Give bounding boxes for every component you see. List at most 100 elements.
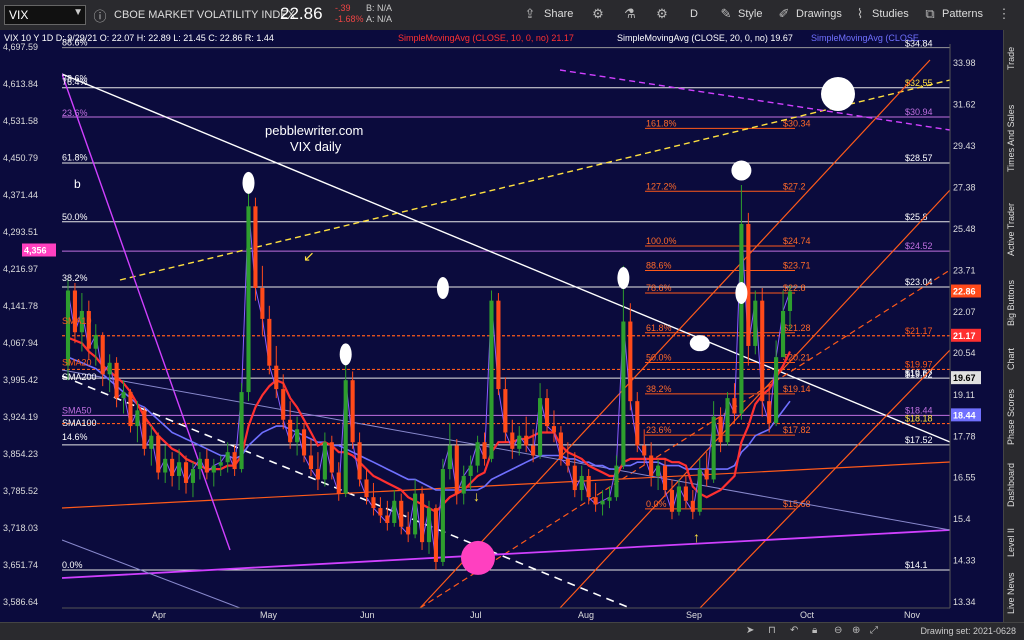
right-axis-tick: 25.48 xyxy=(953,224,976,234)
x-axis-tick: Aug xyxy=(578,610,594,620)
candle-body xyxy=(593,497,598,505)
tab-chart[interactable]: Chart xyxy=(1006,342,1022,376)
swing-marker xyxy=(731,160,752,181)
candle-body xyxy=(496,300,501,390)
fib-value-label: $24.74 xyxy=(783,236,811,246)
settings-icon[interactable]: ⚙ xyxy=(590,6,606,22)
candle-body xyxy=(489,300,494,459)
tab-phase-scores[interactable]: Phase Scores xyxy=(1006,382,1022,452)
candle-body xyxy=(114,362,119,399)
period-button[interactable]: D xyxy=(690,8,698,20)
fib-pct-label: 100.0% xyxy=(646,236,677,246)
info-icon[interactable]: ⓘ xyxy=(92,6,108,24)
candle-body xyxy=(406,526,411,535)
undo-icon[interactable]: ↶ xyxy=(790,625,798,636)
fib-pct-label: 78.6% xyxy=(646,283,672,293)
x-axis-tick: Oct xyxy=(800,610,815,620)
right-level-label: $25.8 xyxy=(905,212,928,222)
candle-body xyxy=(690,500,695,512)
right-axis-tick: 19.11 xyxy=(953,390,975,400)
symbol-selector[interactable]: VIX ▼ xyxy=(4,5,86,25)
tab-live-news[interactable]: Live News xyxy=(1006,568,1022,618)
tab-active-trader[interactable]: Active Trader xyxy=(1006,196,1022,262)
lock-icon[interactable]: 🔒︎ xyxy=(812,625,817,636)
candle-body xyxy=(308,455,314,470)
left-axis-tick: 3,995.42 xyxy=(3,375,38,385)
x-axis-tick: Jun xyxy=(360,610,375,620)
right-axis-tick: 27.38 xyxy=(953,182,976,192)
candle-body xyxy=(128,392,133,427)
candle-body xyxy=(503,389,508,433)
x-axis-tick: Apr xyxy=(152,610,166,620)
candle-body xyxy=(468,465,473,476)
share-icon: ⇪ xyxy=(524,6,536,21)
left-fib-label: 0.0% xyxy=(62,560,83,570)
share-button[interactable]: Share xyxy=(544,8,573,20)
right-level-label: $21.17 xyxy=(905,326,933,336)
more-icon[interactable]: ⋮ xyxy=(996,6,1012,22)
tab-times-and-sales[interactable]: Times And Sales xyxy=(1006,88,1022,188)
candle-body xyxy=(551,426,557,433)
gear-icon[interactable]: ⚙ xyxy=(654,6,670,22)
candle-body xyxy=(281,389,286,420)
fib-value-label: $19.14 xyxy=(783,384,811,394)
fib-lines-layer: 161.8% $30.34 127.2% $27.2 100.0% $24.74 88.6%… xyxy=(62,39,950,571)
candle-body xyxy=(718,416,723,443)
chart-area[interactable]: 161.8% $30.34 127.2% $27.2 100.0% $24.74 88.6%… xyxy=(0,30,1004,622)
zoom-out-icon[interactable]: ⊖ xyxy=(834,625,842,636)
flask-icon[interactable]: ⚗ xyxy=(622,6,638,22)
fib-value-label: $30.34 xyxy=(783,118,811,128)
candle-body xyxy=(774,357,779,423)
candle-body xyxy=(767,401,772,423)
price-badge-text: 19.67 xyxy=(953,373,976,383)
tab-level-ii[interactable]: Level II xyxy=(1006,520,1022,564)
swing-marker xyxy=(735,282,748,305)
price-change: -.39 -1.68% xyxy=(335,3,364,25)
candle-body xyxy=(572,465,577,491)
fib-value-label: $23.71 xyxy=(783,260,811,270)
candle-body xyxy=(295,429,300,443)
style-icon: ✎ xyxy=(720,6,732,21)
left-sma-label: SMA100 xyxy=(62,418,97,428)
price-badge-text: 21.17 xyxy=(953,331,976,341)
candle-body xyxy=(635,401,640,446)
candle-body xyxy=(614,465,619,498)
patterns-button[interactable]: Patterns xyxy=(942,8,983,20)
style-button[interactable]: Style xyxy=(738,8,762,20)
fit-icon[interactable]: ⤢ xyxy=(870,625,878,636)
swing-marker xyxy=(689,335,710,352)
candle-body xyxy=(149,435,154,449)
right-level-label: $24.52 xyxy=(905,241,933,251)
magnet-icon[interactable]: ⊓ xyxy=(768,625,776,636)
last-price: 22.86 xyxy=(280,4,323,23)
tab-big-buttons[interactable]: Big Buttons xyxy=(1006,270,1022,336)
fib-pct-label: 161.8% xyxy=(646,118,677,128)
candle-body xyxy=(531,445,536,456)
drawings-button[interactable]: Drawings xyxy=(796,8,842,20)
right-axis-tick: 16.55 xyxy=(953,473,976,483)
candle-body xyxy=(267,318,272,366)
candle-body xyxy=(183,462,189,483)
pointer-icon[interactable]: ➤ xyxy=(746,625,754,636)
candle-body xyxy=(711,416,716,480)
left-sma-label: SMA200 xyxy=(62,372,97,382)
wave-label: b xyxy=(74,177,81,191)
candle-body xyxy=(538,398,543,456)
zoom-in-icon[interactable]: ⊕ xyxy=(852,625,860,636)
candle-body xyxy=(676,486,681,512)
candle-body xyxy=(662,465,668,491)
candle-body xyxy=(260,287,265,319)
candle-body xyxy=(211,465,216,473)
left-axis-tick: 4,697.59 xyxy=(3,42,38,52)
tab-trade[interactable]: Trade xyxy=(1006,38,1022,78)
vix-chart[interactable]: 161.8% $30.34 127.2% $27.2 100.0% $24.74 88.6%… xyxy=(0,30,1004,622)
studies-icon: ⌇ xyxy=(856,6,864,21)
x-axis-tick: May xyxy=(260,610,278,620)
annotation-line-1: pebblewriter.com xyxy=(265,123,363,138)
fib-pct-label: 127.2% xyxy=(646,181,677,191)
studies-button[interactable]: Studies xyxy=(872,8,909,20)
candle-body xyxy=(93,334,98,349)
tab-dashboard[interactable]: Dashboard xyxy=(1006,456,1022,514)
left-axis-tick: 4,450.79 xyxy=(3,153,38,163)
sma10-header: SimpleMovingAvg (CLOSE, 10, 0, no) 21.17 xyxy=(398,33,574,43)
